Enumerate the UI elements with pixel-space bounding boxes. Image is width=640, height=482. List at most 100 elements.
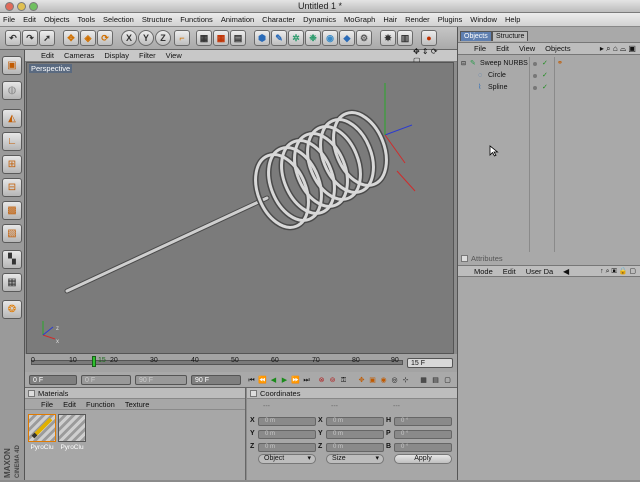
add-camera-button[interactable]: ⚙ (356, 30, 372, 46)
object-manager-nav-icons[interactable]: ▸ ⌕ ⌂ ⌓ ▣ (600, 44, 636, 54)
timeline-track[interactable] (31, 360, 403, 365)
material-swatch[interactable] (28, 414, 56, 442)
tab-structure[interactable]: Structure (492, 31, 529, 41)
live-selection-button[interactable]: ➚ (39, 30, 55, 46)
viewport-menu-display[interactable]: Display (104, 51, 129, 60)
size-z-field[interactable]: 0 m (326, 443, 384, 452)
object-row[interactable]: ⊟ ✎ Sweep NURBS ✓ ⚭ (458, 58, 640, 70)
rotate-tool-button[interactable]: ⟳ (97, 30, 113, 46)
key-parameter-button[interactable]: ◎ (390, 376, 399, 385)
material-menu-file[interactable]: File (41, 400, 53, 409)
menu-objects[interactable]: Objects (44, 15, 69, 24)
rotation-b-field[interactable]: 0 ° (394, 443, 452, 452)
rotation-p-field[interactable]: 0 ° (394, 430, 452, 439)
render-picture-viewer-button[interactable]: ▦ (213, 30, 229, 46)
timeline-window-button[interactable]: ▢ (443, 376, 452, 385)
position-x-field[interactable]: 0 m (258, 417, 316, 426)
use-texture-mode-button[interactable]: ◭ (2, 109, 22, 128)
playhead-marker[interactable] (92, 356, 96, 367)
key-scale-button[interactable]: ▣ (368, 376, 377, 385)
attributes-nav-icons[interactable]: ↑ ⌕ ▣ 🔒 ▢ (600, 267, 636, 276)
tab-objects[interactable]: Objects (460, 31, 492, 41)
material-menu-edit[interactable]: Edit (63, 400, 76, 409)
use-tweak-mode-button[interactable]: ▧ (2, 224, 22, 243)
object-menu-objects[interactable]: Objects (545, 44, 570, 53)
visibility-dot[interactable] (533, 74, 537, 78)
viewport-menu-edit[interactable]: Edit (41, 51, 54, 60)
autokey-button[interactable]: ⊚ (328, 376, 337, 385)
object-menu-view[interactable]: View (519, 44, 535, 53)
use-points-mode-button[interactable]: ⊞ (2, 155, 22, 174)
add-spline-button[interactable]: ✎ (271, 30, 287, 46)
collapse-icon[interactable]: ⊟ (461, 58, 466, 70)
viewport-menu-filter[interactable]: Filter (139, 51, 156, 60)
menu-tools[interactable]: Tools (77, 15, 95, 24)
menu-hair[interactable]: Hair (383, 15, 397, 24)
object-row[interactable]: ◌ Circle ✓ (458, 70, 640, 82)
object-menu-edit[interactable]: Edit (496, 44, 509, 53)
end-frame-field[interactable]: 90 F (191, 375, 241, 385)
coordinate-mode-dropdown[interactable]: Object ▾ (258, 454, 316, 464)
position-z-field[interactable]: 0 m (258, 443, 316, 452)
enabled-check-icon[interactable]: ✓ (542, 58, 548, 70)
size-x-field[interactable]: 0 m (326, 417, 384, 426)
go-to-end-button[interactable]: ⏭ (302, 376, 311, 385)
menu-window[interactable]: Window (470, 15, 497, 24)
menu-plugins[interactable]: Plugins (438, 15, 463, 24)
start-frame-field[interactable]: 0 F (29, 375, 77, 385)
render-settings-button[interactable]: ▤ (230, 30, 246, 46)
key-position-button[interactable]: ✥ (357, 376, 366, 385)
panel-checkbox[interactable] (250, 390, 257, 397)
3d-viewport[interactable]: Perspective z x (26, 62, 454, 354)
viewport-menu-cameras[interactable]: Cameras (64, 51, 94, 60)
enabled-check-icon[interactable]: ✓ (542, 82, 548, 94)
use-edges-mode-button[interactable]: ⊟ (2, 178, 22, 197)
redo-button[interactable]: ↷ (22, 30, 38, 46)
coordinate-system-button[interactable]: ⌐ (174, 30, 190, 46)
menu-help[interactable]: Help (505, 15, 520, 24)
size-y-field[interactable]: 0 m (326, 430, 384, 439)
visibility-dot[interactable] (533, 86, 537, 90)
menu-animation[interactable]: Animation (221, 15, 254, 24)
timeline-options-button[interactable]: ▤ (431, 376, 440, 385)
menu-dynamics[interactable]: Dynamics (303, 15, 336, 24)
menu-edit[interactable]: Edit (23, 15, 36, 24)
keyframe-selection-button[interactable]: ⚿ (339, 376, 348, 385)
menu-selection[interactable]: Selection (103, 15, 134, 24)
menu-functions[interactable]: Functions (180, 15, 213, 24)
position-y-field[interactable]: 0 m (258, 430, 316, 439)
go-to-start-button[interactable]: ⏮ (247, 376, 256, 385)
preview-max-field[interactable]: 90 F (135, 375, 187, 385)
visibility-dot[interactable] (533, 62, 537, 66)
record-button[interactable]: ● (421, 30, 437, 46)
size-mode-dropdown[interactable]: Size ▾ (326, 454, 384, 464)
workplane-button[interactable]: ▦ (2, 273, 22, 292)
use-axis-mode-button[interactable]: ∟ (2, 132, 22, 151)
use-object-mode-button[interactable]: ◍ (2, 81, 22, 100)
enabled-check-icon[interactable]: ✓ (542, 70, 548, 82)
next-key-button[interactable]: ⏩ (291, 376, 300, 385)
preview-min-field[interactable]: 0 F (81, 375, 131, 385)
move-tool-button[interactable]: ✥ (63, 30, 79, 46)
interpolation-button[interactable]: ▦ (419, 376, 428, 385)
y-axis-lock-button[interactable]: Y (138, 30, 154, 46)
add-nurbs-button[interactable]: ✲ (288, 30, 304, 46)
attributes-menu-user-data[interactable]: User Da (526, 267, 554, 276)
sculpt-button[interactable]: ❂ (2, 300, 22, 319)
add-array-button[interactable]: ❉ (305, 30, 321, 46)
viewport-menu-view[interactable]: View (166, 51, 182, 60)
material-swatch[interactable] (58, 414, 86, 442)
current-frame-field[interactable]: 15 F (407, 358, 453, 368)
material-menu-texture[interactable]: Texture (125, 400, 150, 409)
panel-checkbox[interactable] (28, 390, 35, 397)
add-cube-button[interactable]: ⬢ (254, 30, 270, 46)
play-backward-button[interactable]: ◀ (269, 376, 278, 385)
z-axis-lock-button[interactable]: Z (155, 30, 171, 46)
menu-mograph[interactable]: MoGraph (344, 15, 375, 24)
add-light-button[interactable]: ✸ (380, 30, 396, 46)
previous-key-button[interactable]: ⏪ (258, 376, 267, 385)
panel-checkbox[interactable] (461, 255, 468, 262)
back-arrow-icon[interactable]: ◀ (563, 267, 569, 276)
timeline-ruler[interactable]: 0 10 20 30 40 50 60 70 80 90 15 15 F (25, 354, 457, 372)
undo-button[interactable]: ↶ (5, 30, 21, 46)
